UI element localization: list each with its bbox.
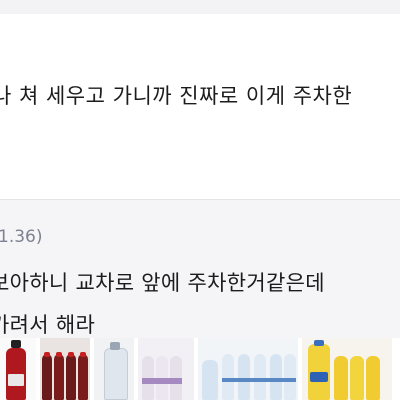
water-bottle-image (94, 338, 134, 400)
comment-text-line-1: 보아하니 교차로 앞에 주차한거같은데 (0, 271, 325, 295)
comment-meta: 1.36) (0, 227, 43, 247)
top-strip (0, 0, 400, 14)
red-soda-bottle-image (0, 338, 36, 400)
screenshot-page: 나 쳐 세우고 가니까 진짜로 이게 주차한 1.36) 보아하니 교차로 앞에… (0, 0, 400, 400)
purple-label-bottles-image (138, 338, 194, 400)
yellow-drink-bottles-image (302, 338, 392, 400)
comment-text-line-2: 가려서 해라 (0, 313, 96, 337)
cola-bottles-image (40, 338, 90, 400)
product-image-strip (0, 338, 400, 400)
post-body-text: 나 쳐 세우고 가니까 진짜로 이게 주차한 (0, 84, 353, 108)
blue-water-bottles-image (198, 338, 298, 400)
